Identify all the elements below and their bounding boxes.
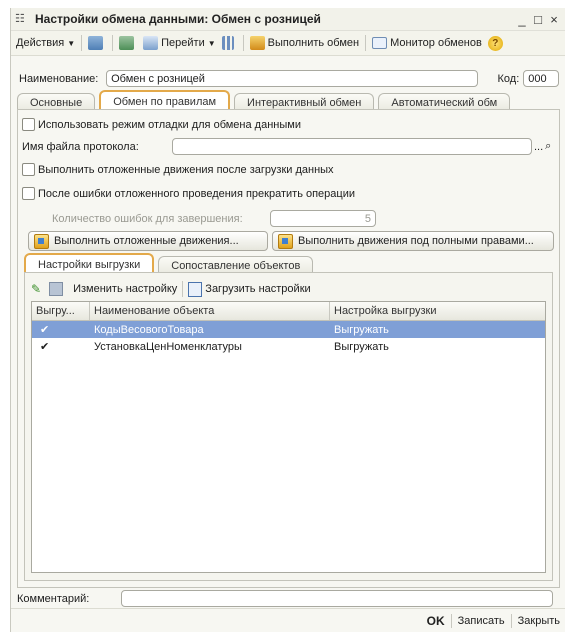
close-button[interactable]: × xyxy=(546,12,562,27)
execute-exchange-icon xyxy=(249,36,265,50)
goto-icon xyxy=(143,36,159,50)
tab-export-settings[interactable]: Настройки выгрузки xyxy=(24,253,155,274)
tab-rules-exchange[interactable]: Обмен по правилам xyxy=(99,90,231,111)
columns-button[interactable] xyxy=(219,33,240,53)
name-field[interactable]: Обмен с розницей xyxy=(106,70,478,87)
stop-on-error-option[interactable]: После ошибки отложенного проведения прек… xyxy=(22,187,355,200)
maximize-button[interactable]: □ xyxy=(530,12,546,27)
actions-label: Действия xyxy=(16,37,65,49)
protocol-row: Имя файла протокола: ... ⌕ xyxy=(22,138,551,155)
name-value: Обмен с розницей xyxy=(111,72,205,85)
protocol-field[interactable] xyxy=(172,138,532,155)
sub-tabs: Настройки выгрузки Сопоставление объекто… xyxy=(24,253,317,274)
pencil-icon[interactable]: ✎ xyxy=(31,282,41,296)
debug-mode-label: Использовать режим отладки для обмена да… xyxy=(38,118,301,131)
columns-icon xyxy=(221,36,234,50)
export-settings-panel: ✎ Изменить настройку Загрузить настройки… xyxy=(24,272,553,581)
code-value: 000 xyxy=(528,72,547,85)
comment-field[interactable] xyxy=(121,590,553,607)
help-button[interactable]: ? xyxy=(485,33,506,53)
run-full-rights-button-label: Выполнить движения под полными правами..… xyxy=(298,235,534,247)
error-count-label: Количество ошибок для завершения: xyxy=(52,212,243,225)
footer: OK Записать Закрыть xyxy=(11,608,565,633)
execute-exchange-button[interactable]: Выполнить обмен xyxy=(247,33,362,53)
chevron-down-icon: ▼ xyxy=(67,38,76,48)
run-full-rights-icon xyxy=(278,233,293,249)
table-header: Выгру... Наименование объекта Настройка … xyxy=(32,302,545,321)
change-setting-button[interactable]: Изменить настройку xyxy=(73,283,177,295)
column-header-object-name[interactable]: Наименование объекта xyxy=(90,302,330,320)
window-title: Настройки обмена данными: Обмен с розниц… xyxy=(35,12,321,26)
protocol-label: Имя файла протокола: xyxy=(22,140,139,153)
search-icon[interactable]: ⌕ xyxy=(545,140,551,153)
save-icon[interactable] xyxy=(49,282,64,296)
load-settings-button[interactable]: Загрузить настройки xyxy=(205,283,310,295)
exchange-monitor-button[interactable]: Монитор обменов xyxy=(369,33,485,53)
form-icon: ☷ xyxy=(15,13,25,25)
row-export-setting[interactable]: Выгружать xyxy=(330,321,543,338)
goto-menu[interactable]: Перейти ▼ xyxy=(140,33,219,53)
code-field[interactable]: 000 xyxy=(523,70,560,87)
run-deferred-button[interactable]: Выполнить отложенные движения... xyxy=(28,231,268,251)
toolbar-separator xyxy=(365,35,367,51)
name-label: Наименование: xyxy=(19,72,99,85)
table-icon xyxy=(119,36,135,50)
run-deferred-option[interactable]: Выполнить отложенные движения после загр… xyxy=(22,163,334,176)
exchange-monitor-label: Монитор обменов xyxy=(390,37,482,49)
toolbar-separator xyxy=(81,35,83,51)
comment-label: Комментарий: xyxy=(17,592,90,605)
toolbar-separator xyxy=(112,35,114,51)
toolbar-separator xyxy=(242,35,244,51)
row-export-setting[interactable]: Выгружать xyxy=(330,338,543,355)
toolbar-separator xyxy=(182,281,184,297)
table-button[interactable] xyxy=(116,33,140,53)
monitor-icon xyxy=(372,37,388,49)
stop-on-error-checkbox[interactable] xyxy=(22,187,35,200)
error-count-field[interactable]: 5 xyxy=(270,210,376,227)
row-object-name: КодыВесовогоТовара xyxy=(94,323,204,336)
ok-button[interactable]: OK xyxy=(421,614,451,628)
rules-tab-panel: Использовать режим отладки для обмена да… xyxy=(17,109,560,588)
column-header-export[interactable]: Выгру... xyxy=(32,302,90,320)
error-count-value: 5 xyxy=(364,212,371,225)
settings-window: ☷ Настройки обмена данными: Обмен с розн… xyxy=(10,8,565,632)
close-form-button[interactable]: Закрыть xyxy=(512,615,565,627)
error-count-row: Количество ошибок для завершения: 5 xyxy=(52,210,376,227)
row-check[interactable]: ✔ xyxy=(32,338,90,355)
table-row[interactable]: ✔ УстановкаЦенНоменклатуры Выгружать xyxy=(32,338,545,355)
main-tabs: Основные Обмен по правилам Интерактивный… xyxy=(17,90,514,111)
download-button[interactable] xyxy=(85,33,109,53)
run-deferred-icon xyxy=(34,233,49,249)
debug-mode-option[interactable]: Использовать режим отладки для обмена да… xyxy=(22,118,301,131)
save-button[interactable]: Записать xyxy=(452,615,511,627)
run-deferred-button-label: Выполнить отложенные движения... xyxy=(54,235,239,247)
browse-button[interactable]: ... xyxy=(534,141,543,153)
code-label: Код: xyxy=(497,72,520,85)
run-deferred-label: Выполнить отложенные движения после загр… xyxy=(38,163,334,176)
stop-on-error-label: После ошибки отложенного проведения прек… xyxy=(38,187,355,200)
name-row: Наименование: Обмен с розницей Код: 000 xyxy=(19,70,560,87)
download-icon xyxy=(88,36,104,50)
title-bar: ☷ Настройки обмена данными: Обмен с розн… xyxy=(11,8,565,31)
load-settings-icon xyxy=(188,281,203,297)
row-object-name: УстановкаЦенНоменклатуры xyxy=(94,340,242,353)
run-deferred-checkbox[interactable] xyxy=(22,163,35,176)
actions-menu[interactable]: Действия ▼ xyxy=(13,33,78,53)
chevron-down-icon: ▼ xyxy=(207,38,216,48)
row-check[interactable]: ✔ xyxy=(32,321,90,338)
debug-mode-checkbox[interactable] xyxy=(22,118,35,131)
run-full-rights-button[interactable]: Выполнить движения под полными правами..… xyxy=(272,231,554,251)
help-icon: ? xyxy=(487,35,503,51)
toolbar: Действия ▼ Перейти ▼ Выполнить обмен Мон… xyxy=(11,31,565,56)
column-header-export-setting[interactable]: Настройка выгрузки xyxy=(330,302,543,320)
minimize-button[interactable]: _ xyxy=(514,12,530,27)
export-settings-table: Выгру... Наименование объекта Настройка … xyxy=(31,301,546,573)
goto-label: Перейти xyxy=(161,37,205,49)
execute-exchange-label: Выполнить обмен xyxy=(267,37,360,49)
comment-row: Комментарий: xyxy=(17,590,558,607)
table-row[interactable]: ✔ КодыВесовогоТовара Выгружать xyxy=(32,321,545,338)
export-toolbar: ✎ Изменить настройку Загрузить настройки xyxy=(31,281,311,297)
